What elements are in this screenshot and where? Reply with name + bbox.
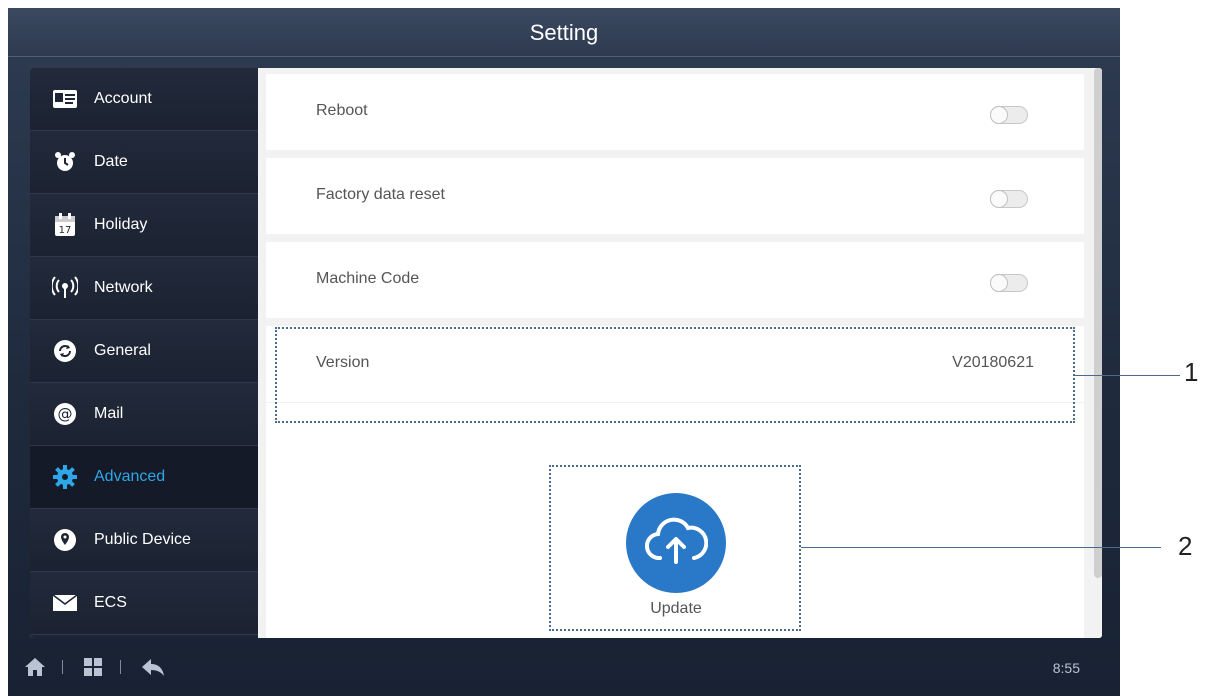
factory-reset-label: Factory data reset: [316, 186, 445, 203]
callout-box-update: [549, 465, 801, 631]
id-card-icon: [52, 86, 78, 112]
sidebar-item-label: Mail: [94, 405, 124, 422]
svg-text:17: 17: [59, 225, 72, 236]
calendar-icon: 17: [52, 212, 78, 238]
sidebar-item-holiday[interactable]: 17 Holiday: [30, 194, 258, 257]
sidebar-item-account[interactable]: Account: [30, 68, 258, 131]
callout-number-2: 2: [1178, 531, 1193, 561]
page-title: Setting: [529, 20, 599, 45]
scrollbar[interactable]: [1094, 68, 1102, 578]
at-sign-icon: @: [52, 401, 78, 427]
toggle-knob: [990, 274, 1008, 292]
sidebar-item-mail[interactable]: @ Mail: [30, 383, 258, 446]
gear-icon: [52, 464, 78, 490]
sidebar: Account Date 17 Holiday Network General …: [30, 68, 258, 638]
reboot-label: Reboot: [316, 102, 368, 119]
back-icon[interactable]: [140, 654, 166, 680]
reboot-row: Reboot: [266, 74, 1084, 150]
sidebar-item-label: Holiday: [94, 216, 148, 233]
sidebar-item-label: Date: [94, 153, 128, 170]
sidebar-item-advanced[interactable]: Advanced: [30, 446, 258, 509]
callout-number-1: 1: [1184, 357, 1199, 387]
svg-text:@: @: [58, 405, 73, 423]
machine-code-row: Machine Code: [266, 242, 1084, 318]
nav-divider: [120, 660, 121, 674]
antenna-icon: [52, 275, 78, 301]
sidebar-item-label: Network: [94, 279, 153, 296]
callout-line-1: [1075, 375, 1180, 376]
refresh-icon: [52, 338, 78, 364]
toggle-knob: [990, 106, 1008, 124]
callout-line-2: [801, 547, 1161, 548]
toggle-knob: [990, 190, 1008, 208]
sidebar-item-label: Advanced: [94, 468, 166, 485]
location-pin-icon: [52, 527, 78, 553]
sidebar-item-general[interactable]: General: [30, 320, 258, 383]
home-icon[interactable]: [22, 654, 48, 680]
nav-divider: [62, 660, 63, 674]
factory-reset-toggle[interactable]: [990, 190, 1028, 208]
sidebar-item-label: General: [94, 342, 151, 359]
machine-code-label: Machine Code: [316, 270, 420, 287]
bottom-bar: 8:55: [8, 644, 1120, 696]
clock: 8:55: [1052, 660, 1080, 676]
title-bar: Setting: [8, 8, 1120, 57]
envelope-icon: [52, 590, 78, 616]
machine-code-toggle[interactable]: [990, 274, 1028, 292]
sidebar-item-label: Account: [94, 90, 152, 107]
sidebar-item-public-device[interactable]: Public Device: [30, 509, 258, 572]
sidebar-item-network[interactable]: Network: [30, 257, 258, 320]
grid-icon[interactable]: [80, 654, 106, 680]
sidebar-item-ecs[interactable]: ECS: [30, 572, 258, 635]
alarm-clock-icon: [52, 149, 78, 175]
factory-reset-row: Factory data reset: [266, 158, 1084, 234]
sidebar-item-label: ECS: [94, 594, 127, 611]
sidebar-item-date[interactable]: Date: [30, 131, 258, 194]
callout-box-version: [275, 327, 1075, 423]
sidebar-item-label: Public Device: [94, 531, 191, 548]
reboot-toggle[interactable]: [990, 106, 1028, 124]
